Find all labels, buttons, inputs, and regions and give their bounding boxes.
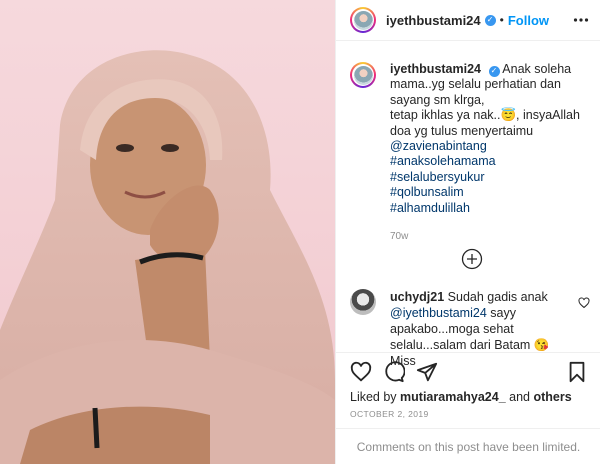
caption-hashtag[interactable]: #alhamdulillah bbox=[390, 201, 590, 216]
comment-username[interactable]: uchydj21 bbox=[390, 290, 444, 304]
paper-plane-icon[interactable] bbox=[416, 361, 438, 383]
post-sidebar: iyethbustami24 ✓ • Follow iyethbustami24… bbox=[335, 0, 600, 464]
load-more-comments-icon[interactable] bbox=[461, 248, 483, 270]
more-options-icon[interactable] bbox=[573, 12, 589, 28]
portrait-illustration bbox=[0, 50, 335, 464]
heart-icon[interactable] bbox=[350, 361, 372, 383]
comment-icon[interactable] bbox=[383, 361, 405, 383]
comment-text: Sudah gadis anak bbox=[447, 290, 548, 304]
comment-mention[interactable]: @iyethbustami24 bbox=[390, 306, 487, 320]
caption-hashtag[interactable]: #anaksolehamama bbox=[390, 154, 590, 169]
caption-avatar[interactable] bbox=[350, 62, 376, 88]
caption-username[interactable]: iyethbustami24 bbox=[390, 62, 481, 76]
header-username[interactable]: iyethbustami24 bbox=[386, 13, 481, 28]
liked-by-user[interactable]: mutiaramahya24_ bbox=[400, 390, 506, 404]
caption-body: iyethbustami24 ✓ Anak soleha mama..yg se… bbox=[390, 62, 590, 244]
likes-others-link[interactable]: others bbox=[534, 390, 572, 404]
header-separator: • bbox=[499, 13, 504, 27]
notice-divider bbox=[336, 428, 600, 429]
caption-mention[interactable]: @zavienabintang bbox=[390, 139, 590, 154]
header-avatar[interactable] bbox=[350, 7, 376, 33]
likes-middle: and bbox=[509, 390, 531, 404]
post-header: iyethbustami24 ✓ • Follow bbox=[336, 0, 600, 40]
header-divider bbox=[336, 40, 600, 41]
bookmark-icon[interactable] bbox=[566, 361, 588, 383]
comments-limited-notice: Comments on this post have been limited. bbox=[356, 440, 581, 454]
action-bar bbox=[336, 357, 600, 389]
caption-timestamp[interactable]: 70w bbox=[390, 229, 590, 244]
actions-divider bbox=[336, 352, 600, 353]
caption-line: tetap ikhlas ya nak..😇, insyaAllah doa y… bbox=[390, 108, 580, 138]
likes-summary: Liked by mutiaramahya24_ and others bbox=[350, 390, 572, 404]
caption-hashtag[interactable]: #selalubersyukur bbox=[390, 170, 590, 185]
post-caption: iyethbustami24 ✓ Anak soleha mama..yg se… bbox=[350, 62, 590, 244]
post-photo[interactable] bbox=[0, 0, 335, 464]
verified-badge-icon: ✓ bbox=[484, 14, 496, 26]
follow-button[interactable]: Follow bbox=[508, 13, 549, 28]
caption-hashtag[interactable]: #qolbunsalim bbox=[390, 185, 590, 200]
verified-badge-icon: ✓ bbox=[488, 65, 500, 77]
comment-avatar[interactable] bbox=[350, 289, 376, 315]
comment-like-heart-icon[interactable] bbox=[578, 297, 590, 309]
post-date[interactable]: OCTOBER 2, 2019 bbox=[350, 409, 429, 419]
likes-prefix: Liked by bbox=[350, 390, 397, 404]
instagram-post: iyethbustami24 ✓ • Follow iyethbustami24… bbox=[0, 0, 600, 464]
